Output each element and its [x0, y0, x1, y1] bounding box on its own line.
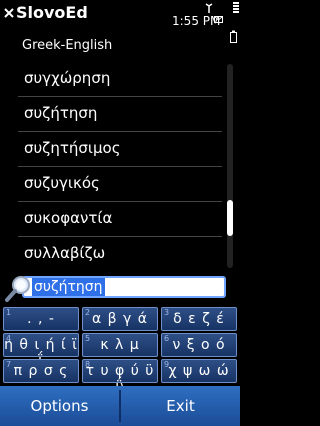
- antenna-icon: [205, 3, 213, 13]
- mail-icon: [214, 16, 223, 23]
- title-bar: SlovoEd 1:55 PM: [0, 0, 240, 43]
- key-7[interactable]: 7 π ρ σ ς: [3, 359, 79, 383]
- key-9[interactable]: 9 χ ψ ω ώ: [161, 359, 237, 383]
- exit-button[interactable]: Exit: [121, 386, 240, 426]
- list-item[interactable]: συζυγικός: [0, 167, 226, 202]
- scrollbar-thumb[interactable]: [227, 200, 233, 236]
- key-6[interactable]: 6 ν ξ ο ό: [161, 333, 237, 357]
- dictionary-name[interactable]: Greek-English: [22, 38, 112, 53]
- word-list[interactable]: συγχώρηση συζήτηση συζητήσιμος συζυγικός…: [0, 62, 226, 272]
- key-3[interactable]: 3 δ ε ζ έ: [161, 307, 237, 331]
- list-item[interactable]: συλλαβίζω: [0, 237, 226, 272]
- magnifier-icon: [5, 276, 30, 302]
- search-text: συζήτηση: [32, 278, 105, 296]
- options-button[interactable]: Options: [0, 386, 119, 426]
- list-item[interactable]: συζητήσιμος: [0, 132, 226, 167]
- key-1[interactable]: 1 . , -: [3, 307, 79, 331]
- screen: SlovoEd 1:55 PM Greek-English συγχώρηση …: [0, 0, 240, 426]
- list-item[interactable]: συκοφαντία: [0, 202, 226, 237]
- signal-strength-icon: [233, 2, 239, 13]
- close-icon[interactable]: [2, 6, 16, 20]
- search-area: συζήτηση: [0, 272, 240, 306]
- key-4[interactable]: 4 η θ ι ή ί ϊ ΐ: [3, 333, 79, 369]
- key-5[interactable]: 5 κ λ μ: [82, 333, 158, 357]
- keypad: 1 . , - 2 α β γ ά 3 δ ε ζ έ 4 η θ ι ή ί …: [0, 306, 240, 395]
- key-8[interactable]: 8 τ υ φ ύ ϋ ΰ: [82, 359, 158, 395]
- app-title: SlovoEd: [16, 3, 88, 22]
- key-2[interactable]: 2 α β γ ά: [82, 307, 158, 331]
- list-item[interactable]: συγχώρηση: [0, 62, 226, 97]
- scrollbar-track[interactable]: [227, 64, 233, 268]
- search-input[interactable]: συζήτηση: [22, 276, 226, 298]
- softkey-bar: Options Exit: [0, 386, 240, 426]
- list-item[interactable]: συζήτηση: [0, 97, 226, 132]
- battery-icon: [230, 30, 237, 43]
